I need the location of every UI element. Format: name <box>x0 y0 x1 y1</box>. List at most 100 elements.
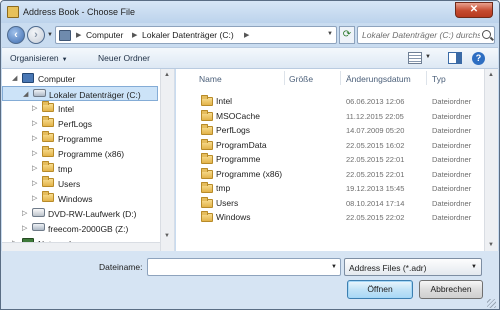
collapsed-arrow-icon[interactable]: ▷ <box>32 119 37 127</box>
file-type: Dateiordner <box>432 126 472 135</box>
breadcrumb-arrow-icon[interactable]: ▶ <box>76 31 81 39</box>
column-header-type[interactable]: Typ <box>432 74 446 84</box>
file-row[interactable]: Windows 22.05.2015 22:02 Dateiordner <box>176 210 481 224</box>
file-row[interactable]: Intel 06.06.2013 12:06 Dateiordner <box>176 94 481 108</box>
address-dropdown-icon[interactable]: ▼ <box>327 31 333 37</box>
nav-tree-item[interactable]: ▷ Intel <box>2 101 158 116</box>
file-name: tmp <box>216 183 231 193</box>
column-header-date[interactable]: Änderungsdatum <box>346 74 411 84</box>
file-date: 08.10.2014 17:14 <box>346 198 405 208</box>
file-date: 22.05.2015 22:01 <box>346 155 405 164</box>
scroll-up-icon[interactable]: ▲ <box>164 72 170 78</box>
new-folder-button[interactable]: Neuer Ordner <box>98 53 150 63</box>
forward-button[interactable]: › <box>27 26 45 44</box>
breadcrumb-arrow-icon[interactable]: ▶ <box>132 31 137 39</box>
close-button[interactable]: ✕ <box>455 2 493 18</box>
nav-tree-item[interactable]: ▷ Windows <box>2 191 158 206</box>
back-button[interactable]: ‹ <box>7 26 25 44</box>
collapsed-arrow-icon[interactable]: ▷ <box>32 194 37 202</box>
column-separator[interactable] <box>284 71 285 85</box>
search-placeholder: Lokaler Datenträger (C:) durchsuchen <box>362 30 480 40</box>
preview-pane-icon[interactable] <box>448 52 462 64</box>
nav-tree-item[interactable]: ▷ PerfLogs <box>2 116 158 131</box>
nav-tree-label: tmp <box>58 164 73 174</box>
folder-icon <box>201 196 213 208</box>
nav-tree-label: Programme <box>58 134 103 144</box>
cancel-button[interactable]: Abbrechen <box>419 280 483 299</box>
file-row[interactable]: ProgramData 22.05.2015 16:02 Dateiordner <box>176 138 481 152</box>
nav-tree-item[interactable]: ▷ tmp <box>2 161 158 176</box>
address-bar[interactable]: ▶ Computer ▶ Lokaler Datenträger (C:) ▶ … <box>55 26 337 44</box>
breadcrumb-computer[interactable]: Computer <box>86 30 123 40</box>
breadcrumb-drive[interactable]: Lokaler Datenträger (C:) <box>142 30 234 40</box>
filename-input[interactable] <box>147 258 341 276</box>
search-box[interactable]: Lokaler Datenträger (C:) durchsuchen <box>357 26 495 44</box>
file-row[interactable]: Programme (x86) 22.05.2015 22:01 Dateiordn… <box>176 167 481 181</box>
scroll-down-icon[interactable]: ▼ <box>488 242 494 248</box>
nav-tree-item[interactable]: ▷ freecom-2000GB (Z:) <box>2 221 158 236</box>
collapsed-arrow-icon[interactable]: ▷ <box>32 104 37 112</box>
column-separator[interactable] <box>426 71 427 85</box>
folder-icon <box>42 116 54 127</box>
column-header-size[interactable]: Größe <box>289 74 313 84</box>
nav-tree-item[interactable]: ▷ DVD-RW-Laufwerk (D:) <box>2 206 158 221</box>
column-separator[interactable] <box>340 71 341 85</box>
folder-icon <box>201 211 213 222</box>
window-title: Address Book - Choose File <box>23 7 136 17</box>
file-vertical-scrollbar[interactable]: ▲ ▼ <box>484 69 498 251</box>
file-type: Dateiordner <box>432 97 472 106</box>
filename-label: Dateiname: <box>99 262 143 272</box>
navigation-pane: ◢ Computer ◢ Lokaler Datenträger (C:) ▷ Intel… <box>2 69 175 251</box>
file-date: 22.05.2015 22:02 <box>346 213 405 222</box>
file-row[interactable]: Programme 22.05.2015 22:01 Dateiordner <box>176 152 481 166</box>
chevron-down-icon: ▼ <box>471 264 477 270</box>
file-type: Dateiordner <box>432 184 472 193</box>
view-options-dropdown-icon[interactable]: ▼ <box>425 54 431 60</box>
collapsed-arrow-icon[interactable]: ▷ <box>32 134 37 142</box>
nav-tree-label: Windows <box>58 194 93 204</box>
refresh-button[interactable]: ⟳ <box>339 26 355 44</box>
filetype-value: Address Files (*.adr) <box>349 263 427 273</box>
file-type: Dateiordner <box>432 213 472 222</box>
folder-icon <box>201 124 213 135</box>
nav-vertical-scrollbar[interactable]: ▲ ▼ <box>160 69 174 251</box>
resize-grip-icon[interactable] <box>487 299 496 308</box>
file-row[interactable]: tmp 19.12.2013 15:45 Dateiordner <box>176 181 481 195</box>
organize-menu[interactable]: Organisieren ▼ <box>10 53 68 63</box>
folder-icon <box>42 161 54 172</box>
nav-tree-item[interactable]: ▷ Users <box>2 176 158 191</box>
nav-tree-item[interactable]: ▷ Programme (x86) <box>2 146 158 161</box>
column-header-name[interactable]: Name <box>199 74 222 84</box>
file-name: ProgramData <box>216 139 267 150</box>
collapsed-arrow-icon[interactable]: ▷ <box>32 164 37 172</box>
collapsed-arrow-icon[interactable]: ▷ <box>22 209 27 217</box>
help-icon[interactable]: ? <box>472 52 485 65</box>
history-dropdown-icon[interactable]: ▼ <box>47 32 53 38</box>
change-view-icon[interactable] <box>408 52 422 64</box>
file-row[interactable]: Users 08.10.2014 17:14 Dateiordner <box>176 196 481 210</box>
collapsed-arrow-icon[interactable]: ▷ <box>32 149 37 157</box>
file-row[interactable]: MSOCache 11.12.2015 22:05 Dateiordner <box>176 109 481 123</box>
file-row[interactable]: PerfLogs 14.07.2009 05:20 Dateiordner <box>176 123 481 137</box>
expanded-arrow-icon[interactable]: ◢ <box>23 90 28 98</box>
filename-dropdown-icon[interactable]: ▼ <box>331 264 337 270</box>
nav-horizontal-scrollbar[interactable] <box>2 242 160 251</box>
collapsed-arrow-icon[interactable]: ▷ <box>22 224 27 232</box>
scroll-down-icon[interactable]: ▼ <box>164 233 170 239</box>
scroll-up-icon[interactable]: ▲ <box>488 72 494 78</box>
title-bar[interactable]: Address Book - Choose File ✕ <box>1 1 499 23</box>
search-icon[interactable] <box>482 30 491 39</box>
nav-tree-item[interactable]: ▷ Programme <box>2 131 158 146</box>
folder-icon <box>201 109 213 121</box>
filetype-select[interactable]: Address Files (*.adr) ▼ <box>344 258 482 276</box>
nav-tree-item[interactable]: ◢ Computer <box>2 71 158 86</box>
collapsed-arrow-icon[interactable]: ▷ <box>32 179 37 187</box>
nav-tree-label: PerfLogs <box>58 119 93 129</box>
folder-icon <box>42 176 54 187</box>
file-date: 22.05.2015 16:02 <box>346 140 405 150</box>
nav-tree-item[interactable]: ◢ Lokaler Datenträger (C:) <box>2 86 158 101</box>
expanded-arrow-icon[interactable]: ◢ <box>12 74 17 82</box>
open-button[interactable]: Öffnen <box>347 280 413 299</box>
folder-icon <box>201 138 213 150</box>
breadcrumb-arrow-icon[interactable]: ▶ <box>244 31 249 39</box>
